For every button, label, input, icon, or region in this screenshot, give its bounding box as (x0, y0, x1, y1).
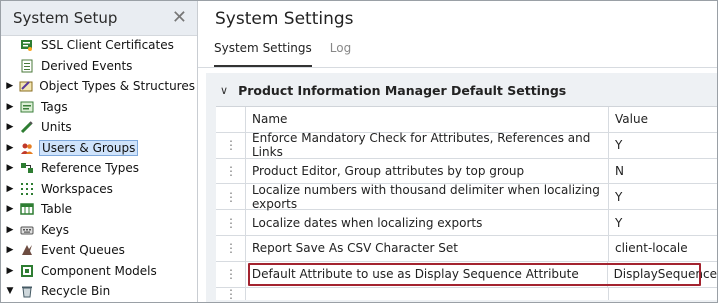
panel-header: System Setup ✕ (1, 1, 197, 36)
setting-name-cell: Product Editor, Group attributes by top … (246, 158, 609, 184)
expand-caret-icon[interactable]: ▶ (5, 184, 15, 194)
setting-value-cell[interactable]: Y (609, 210, 717, 235)
table-icon (19, 202, 35, 216)
setting-name-cell: Localize numbers with thousand delimiter… (246, 183, 609, 211)
expand-caret-icon[interactable]: ▶ (5, 122, 15, 132)
workspaces-icon (19, 182, 35, 196)
app-window: System Setup ✕ SSL Client Certificates D… (0, 0, 718, 303)
column-header-name[interactable]: Name (246, 107, 609, 132)
tree-item-recycle-bin[interactable]: ▼ Recycle Bin (1, 281, 197, 302)
ssl-cert-icon (19, 38, 35, 52)
derived-events-icon (19, 59, 35, 73)
event-queues-icon (19, 243, 35, 257)
panel-title: System Setup (13, 9, 118, 27)
tree-item-label: Keys (41, 222, 70, 237)
tree-item-ssl-client-certificates[interactable]: SSL Client Certificates (1, 35, 197, 56)
expand-caret-icon[interactable]: ▶ (5, 204, 15, 214)
expand-caret-icon[interactable]: ▶ (5, 163, 15, 173)
units-icon (19, 120, 35, 134)
setting-value-cell[interactable]: client-locale (609, 236, 717, 261)
expand-caret-icon[interactable]: ▶ (5, 245, 15, 255)
users-groups-icon (19, 141, 35, 155)
row-drag-handle-icon[interactable]: ⋮ (216, 132, 246, 158)
tree-item-reference-types[interactable]: ▶ Reference Types (1, 158, 197, 179)
tree-item-derived-events[interactable]: Derived Events (1, 56, 197, 77)
page-title: System Settings (215, 9, 354, 29)
section-title: Product Information Manager Default Sett… (238, 83, 567, 98)
system-settings-panel: System Settings System Settings Log ∨ Pr… (198, 1, 717, 302)
tree-item-workspaces[interactable]: ▶ Workspaces (1, 179, 197, 200)
tree-item-label: Workspaces (41, 181, 113, 196)
tree-item-label: Object Types & Structures (39, 79, 195, 94)
expand-caret-icon[interactable]: ▶ (5, 81, 14, 91)
table-row[interactable]: ⋮ Product Editor, Group attributes by to… (216, 158, 717, 185)
tree-item-label: Table (41, 202, 73, 217)
setting-value-cell[interactable]: Y (609, 184, 717, 209)
tree-item-table[interactable]: ▶ Table (1, 199, 197, 220)
table-row[interactable]: ⋮ Report Save As CSV Character Set clien… (216, 235, 717, 262)
tab-divider (198, 67, 717, 68)
row-drag-handle-icon[interactable]: ⋮ (216, 261, 246, 287)
chevron-down-icon[interactable]: ∨ (220, 84, 228, 97)
tree-item-units[interactable]: ▶ Units (1, 117, 197, 138)
tree-item-label: Units (41, 120, 72, 135)
tab-system-settings[interactable]: System Settings (214, 41, 312, 67)
setting-name-cell: Report Save As CSV Character Set (246, 235, 609, 261)
expand-caret-icon[interactable]: ▶ (5, 143, 15, 153)
row-drag-handle-icon[interactable]: ⋮ (216, 184, 246, 210)
setting-name-cell: Enforce Mandatory Check for Attributes, … (246, 131, 609, 159)
table-header-row: Name Value (216, 107, 717, 133)
setting-name-cell: Default Attribute to use as Display Sequ… (246, 261, 608, 287)
table-row-highlighted[interactable]: ⋮ Default Attribute to use as Display Se… (216, 261, 717, 288)
component-models-icon (19, 264, 35, 278)
tree-item-label: Recycle Bin (41, 284, 111, 299)
setting-value-cell[interactable]: DisplaySequence (608, 262, 717, 287)
tree-item-users-groups[interactable]: ▶ Users & Groups (1, 138, 197, 159)
tree-item-label: SSL Client Certificates (41, 38, 174, 53)
tree-item-tags[interactable]: ▶ Tags (1, 97, 197, 118)
table-row[interactable]: ⋮ Enforce Mandatory Check for Attributes… (216, 131, 717, 159)
section-header[interactable]: ∨ Product Information Manager Default Se… (220, 83, 566, 98)
expand-caret-icon[interactable]: ▶ (5, 225, 15, 235)
table-row-partial: ⋮ (216, 287, 717, 301)
tree-item-event-queues[interactable]: ▶ Event Queues (1, 240, 197, 261)
tree-item-label: Event Queues (41, 243, 125, 258)
recycle-bin-icon (19, 284, 35, 298)
expand-caret-icon[interactable]: ▶ (5, 102, 15, 112)
row-drag-handle-icon[interactable]: ⋮ (216, 158, 246, 184)
reference-types-icon (19, 161, 35, 175)
object-types-icon (18, 79, 33, 93)
tab-log[interactable]: Log (330, 41, 351, 67)
settings-table: Name Value ⋮ Enforce Mandatory Check for… (216, 106, 717, 301)
row-drag-handle-icon[interactable]: ⋮ (216, 210, 246, 235)
close-icon[interactable]: ✕ (172, 7, 187, 28)
tab-bar: System Settings Log (214, 41, 351, 67)
tree-item-keys[interactable]: ▶ Keys (1, 220, 197, 241)
tree-item-label: Tags (41, 99, 68, 114)
setting-name-cell (246, 287, 609, 300)
table-row[interactable]: ⋮ Localize numbers with thousand delimit… (216, 183, 717, 211)
collapse-caret-icon[interactable]: ▼ (5, 286, 15, 296)
settings-content: ∨ Product Information Manager Default Se… (206, 73, 717, 302)
tree-item-label: Reference Types (41, 161, 140, 176)
setup-tree: SSL Client Certificates Derived Events ▶… (1, 35, 197, 302)
header-handle-cell (216, 107, 246, 132)
tree-item-object-types-structures[interactable]: ▶ Object Types & Structures (1, 76, 197, 97)
expand-caret-icon[interactable]: ▶ (5, 266, 15, 276)
table-row[interactable]: ⋮ Localize dates when localizing exports… (216, 210, 717, 236)
setting-value-cell[interactable]: N (609, 159, 717, 184)
column-header-value[interactable]: Value (609, 107, 717, 132)
tree-item-component-models[interactable]: ▶ Component Models (1, 261, 197, 282)
keys-icon (19, 223, 35, 237)
tree-item-label: Derived Events (41, 58, 133, 73)
system-setup-panel: System Setup ✕ SSL Client Certificates D… (1, 1, 198, 302)
row-drag-handle-icon: ⋮ (216, 287, 246, 301)
tree-item-label: Users & Groups (39, 139, 139, 156)
setting-name-cell: Localize dates when localizing exports (246, 210, 609, 235)
setting-value-cell (609, 288, 717, 300)
setting-value-cell[interactable]: Y (609, 133, 717, 158)
tree-item-label: Component Models (41, 263, 157, 278)
tags-icon (19, 100, 35, 114)
row-drag-handle-icon[interactable]: ⋮ (216, 235, 246, 261)
